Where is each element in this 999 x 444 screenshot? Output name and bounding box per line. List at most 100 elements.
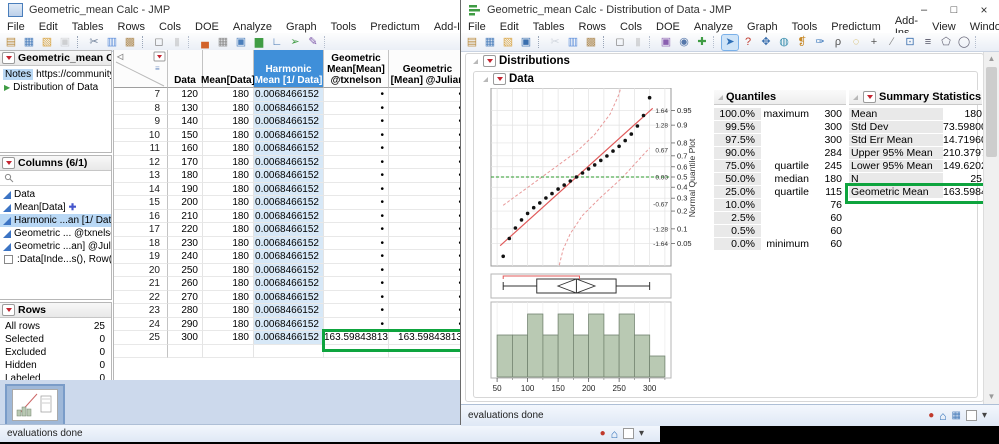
red-triangle-menu-icon[interactable]: [2, 157, 15, 169]
save-icon[interactable]: ▣: [57, 35, 73, 50]
data-cell[interactable]: 163.59843813: [324, 331, 389, 345]
menu-rows[interactable]: Rows: [572, 21, 614, 33]
histogram-bar[interactable]: [512, 335, 527, 377]
brush-tool-icon[interactable]: ✑: [812, 35, 828, 50]
data-cell[interactable]: •: [324, 304, 389, 318]
selection-tool-icon[interactable]: ◻: [612, 35, 628, 50]
column-item-4[interactable]: Geometric ... @txnelson+: [0, 227, 111, 240]
menu-cols[interactable]: Cols: [152, 21, 188, 33]
data-cell[interactable]: •: [324, 156, 389, 170]
empty-cell[interactable]: [168, 345, 203, 359]
polygon-tool-icon[interactable]: ⬠: [938, 35, 954, 50]
cut-icon[interactable]: ✂: [86, 35, 102, 50]
data-cell[interactable]: •: [324, 237, 389, 251]
data-cell[interactable]: 290: [168, 318, 203, 332]
data-cell[interactable]: 200: [168, 196, 203, 210]
columns-panel-header[interactable]: Columns (6/1): [0, 156, 111, 171]
histogram-bar[interactable]: [573, 335, 588, 377]
menu-predictum[interactable]: Predictum: [824, 21, 888, 33]
empty-cell[interactable]: [389, 345, 467, 359]
quantile-point[interactable]: [623, 139, 627, 143]
data-cell[interactable]: •: [389, 318, 467, 332]
data-cell[interactable]: •: [324, 102, 389, 116]
data-cell[interactable]: 0.0068466152: [254, 210, 324, 224]
status-dropdown-icon[interactable]: ▾: [982, 410, 987, 422]
red-triangle-menu-icon[interactable]: [2, 304, 15, 316]
menu-rows[interactable]: Rows: [111, 21, 153, 33]
menu-file[interactable]: File: [461, 21, 493, 33]
columns-search[interactable]: [0, 171, 111, 186]
row-number-cell[interactable]: 24: [114, 318, 168, 332]
data-cell[interactable]: •: [324, 115, 389, 129]
report-thumbnail[interactable]: [5, 384, 65, 426]
data-cell[interactable]: 180: [203, 142, 254, 156]
data-cell[interactable]: 0.0068466152: [254, 183, 324, 197]
data-cell[interactable]: •: [324, 196, 389, 210]
home-windows-icon[interactable]: ⌂: [939, 410, 946, 422]
quantile-point[interactable]: [599, 159, 603, 163]
menu-tables[interactable]: Tables: [526, 21, 572, 33]
data-cell[interactable]: •: [389, 250, 467, 264]
tile-windows-icon[interactable]: ▣: [233, 35, 249, 50]
row-number-cell[interactable]: 10: [114, 129, 168, 143]
table-script-item[interactable]: ▶ Distribution of Data: [0, 81, 111, 94]
find-icon[interactable]: ◉: [676, 35, 692, 50]
data-cell[interactable]: 120: [168, 88, 203, 102]
column-switcher-icon[interactable]: ➢: [287, 35, 303, 50]
data-cell[interactable]: 0.0068466152: [254, 223, 324, 237]
data-cell[interactable]: 0.0068466152: [254, 196, 324, 210]
rows-menu-icon[interactable]: ≡: [155, 64, 160, 73]
data-cell[interactable]: •: [389, 183, 467, 197]
data-cell[interactable]: 0.0068466152: [254, 291, 324, 305]
data-cell[interactable]: •: [389, 277, 467, 291]
row-number-cell[interactable]: 25: [114, 331, 168, 345]
data-cell[interactable]: 0.0068466152: [254, 237, 324, 251]
column-item-1[interactable]: Data: [0, 188, 111, 201]
notes-row[interactable]: Notes https://community.j: [0, 68, 111, 81]
crosshair-tool-icon[interactable]: +: [866, 35, 882, 50]
quantile-point[interactable]: [617, 145, 621, 149]
data-cell[interactable]: 280: [168, 304, 203, 318]
data-cell[interactable]: 170: [168, 156, 203, 170]
data-cell[interactable]: 220: [168, 223, 203, 237]
data-cell[interactable]: 210: [168, 210, 203, 224]
annotate-line-tool-icon[interactable]: ∕: [884, 35, 900, 50]
histogram-bar[interactable]: [589, 314, 604, 377]
red-triangle-menu-icon[interactable]: [493, 73, 506, 85]
quantile-point[interactable]: [526, 212, 530, 216]
window-list-icon[interactable]: [966, 410, 977, 421]
column-item-6[interactable]: :Data[Inde...s(), Row() )]+: [0, 253, 111, 266]
row-number-cell[interactable]: 9: [114, 115, 168, 129]
graph-builder-icon[interactable]: ▆: [251, 35, 267, 50]
menu-view[interactable]: View: [925, 21, 963, 33]
script-editor-icon[interactable]: ✎: [305, 35, 321, 50]
row-number-cell[interactable]: 14: [114, 183, 168, 197]
quantile-point[interactable]: [605, 154, 609, 158]
open-icon[interactable]: ▧: [39, 35, 55, 50]
column-item-2[interactable]: Mean[Data]✚: [0, 201, 111, 214]
histogram-bar[interactable]: [634, 335, 649, 377]
menu-tools[interactable]: Tools: [324, 21, 364, 33]
tabulate-icon[interactable]: ▦: [215, 35, 231, 50]
data-cell[interactable]: 180: [203, 237, 254, 251]
data-cell[interactable]: 180: [203, 115, 254, 129]
row-number-cell[interactable]: 8: [114, 102, 168, 116]
data-cell[interactable]: •: [389, 102, 467, 116]
data-cell[interactable]: •: [324, 223, 389, 237]
data-cell[interactable]: 230: [168, 237, 203, 251]
data-header[interactable]: Data: [479, 73, 534, 85]
red-triangle-menu-icon[interactable]: [483, 55, 496, 67]
menu-tools[interactable]: Tools: [785, 21, 825, 33]
quantile-point[interactable]: [648, 96, 652, 100]
data-cell[interactable]: 180: [203, 88, 254, 102]
data-cell[interactable]: •: [324, 88, 389, 102]
data-cell[interactable]: 0.0068466152: [254, 304, 324, 318]
home-windows-icon[interactable]: ⌂: [611, 428, 618, 440]
lasso-tool-icon[interactable]: ρ: [830, 35, 846, 50]
scroll-down-icon[interactable]: ▼: [985, 390, 998, 404]
data-cell[interactable]: •: [324, 250, 389, 264]
data-cell[interactable]: 0.0068466152: [254, 142, 324, 156]
data-cell[interactable]: 0.0068466152: [254, 88, 324, 102]
vertical-scrollbar[interactable]: ▲ ▼: [983, 52, 999, 404]
menu-analyze[interactable]: Analyze: [226, 21, 279, 33]
